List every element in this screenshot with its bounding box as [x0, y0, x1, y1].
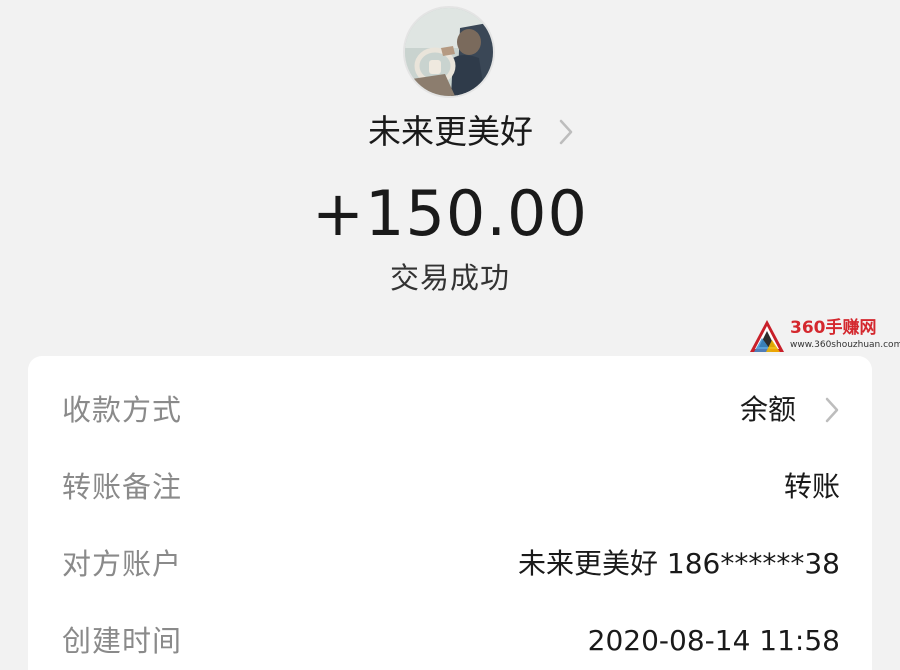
detail-row-counterparty-account: 对方账户 未来更美好 186******38 — [28, 534, 872, 594]
user-avatar-photo — [405, 8, 493, 96]
detail-value: 未来更美好 186******38 — [518, 547, 840, 580]
watermark-logo-icon — [750, 320, 784, 352]
detail-label: 创建时间 — [62, 624, 183, 658]
watermark: 360手赚网 www.360shouzhuan.com — [748, 316, 900, 356]
watermark-url: www.360shouzhuan.com — [790, 340, 900, 350]
chevron-right-icon — [825, 397, 839, 423]
detail-card: 收款方式 余额 转账备注 转账 对方账户 未来更美好 186******38 创… — [28, 356, 872, 670]
detail-label: 对方账户 — [62, 547, 183, 581]
watermark-title: 360手赚网 — [790, 318, 877, 338]
detail-row-transfer-note: 转账备注 转账 — [28, 457, 872, 517]
detail-row-payment-method[interactable]: 收款方式 余额 — [28, 380, 872, 440]
payer-name: 未来更美好 — [368, 112, 533, 151]
avatar[interactable] — [403, 6, 495, 98]
transaction-status: 交易成功 — [389, 261, 510, 295]
detail-value: 2020-08-14 11:58 — [587, 624, 840, 657]
detail-row-created-time: 创建时间 2020-08-14 11:58 — [28, 611, 872, 670]
chevron-right-icon — [559, 119, 573, 145]
transfer-detail-page: 未来更美好 +150.00 交易成功 360手赚网 www.360shouzhu… — [0, 0, 900, 670]
detail-label: 转账备注 — [62, 470, 183, 504]
detail-value: 余额 — [739, 393, 796, 426]
detail-label: 收款方式 — [62, 393, 183, 427]
detail-value: 转账 — [783, 470, 840, 503]
transaction-amount: +150.00 — [312, 177, 588, 250]
payer-name-row[interactable]: 未来更美好 — [0, 108, 900, 156]
